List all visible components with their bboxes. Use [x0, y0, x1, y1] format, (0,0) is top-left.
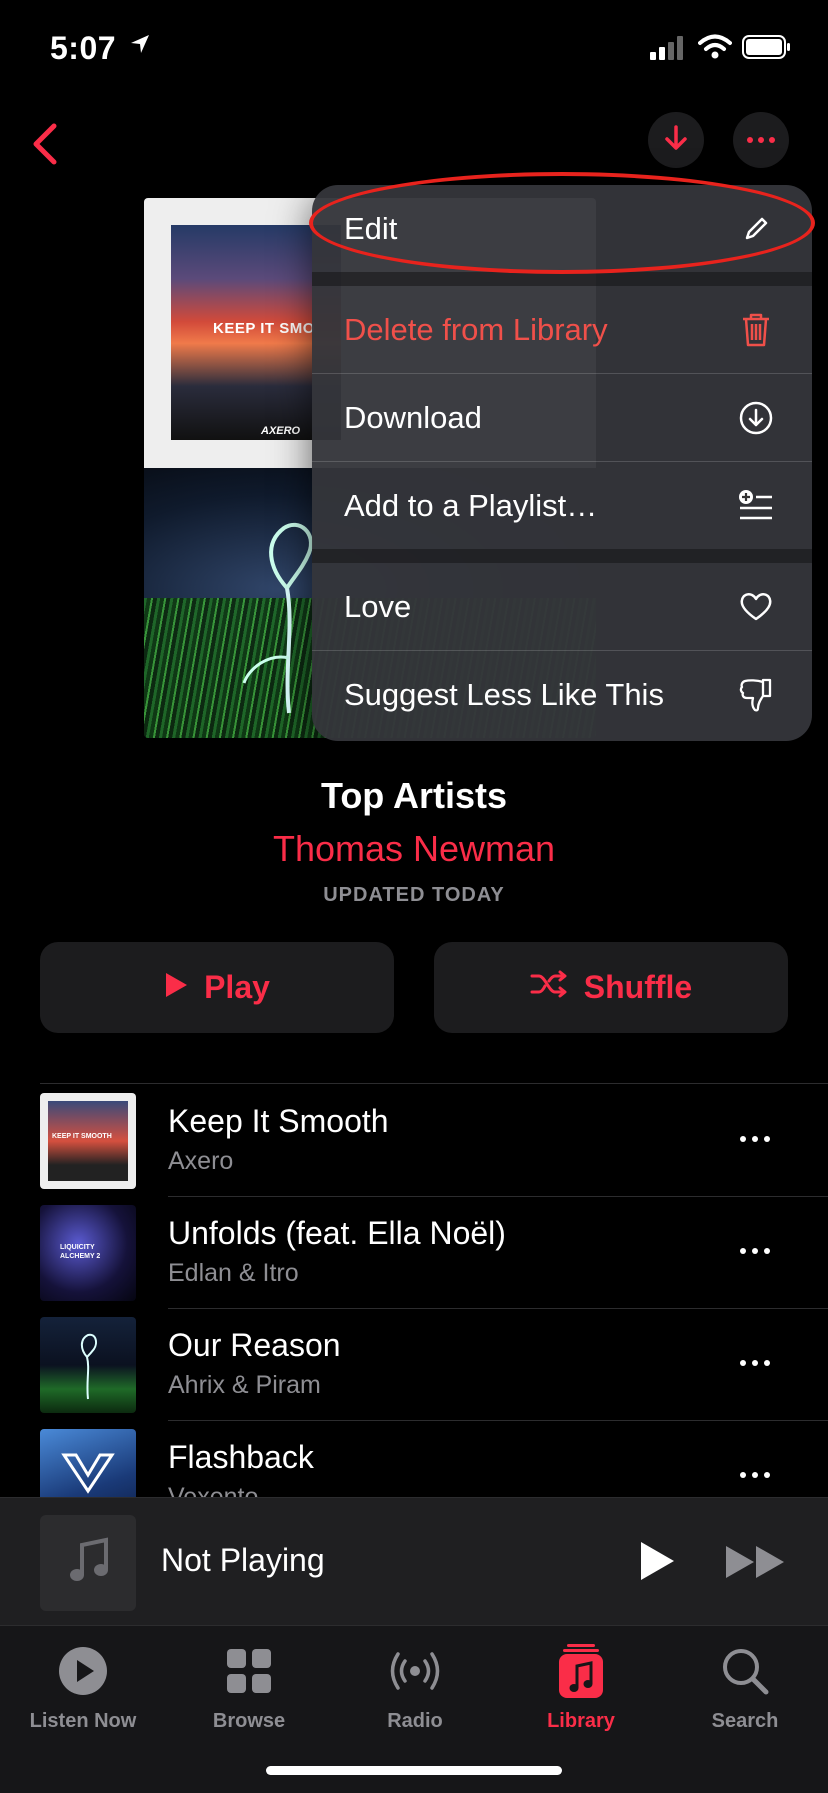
mini-play-button[interactable]: [638, 1540, 676, 1587]
shuffle-button[interactable]: Shuffle: [434, 942, 788, 1033]
artwork-cover-text: KEEP IT SMO: [213, 320, 315, 337]
cellular-signal-icon: [650, 36, 688, 65]
menu-item-label: Suggest Less Like This: [344, 676, 664, 712]
grid-icon: [166, 1642, 332, 1700]
playlist-curator-link[interactable]: Thomas Newman: [0, 828, 828, 870]
track-artist: Axero: [168, 1147, 234, 1175]
location-arrow-icon: [128, 32, 152, 61]
tab-label: Listen Now: [29, 1710, 137, 1732]
music-note-square-icon: [498, 1642, 664, 1700]
tab-radio[interactable]: Radio: [332, 1642, 498, 1733]
playlist-title: Top Artists: [321, 775, 507, 816]
track-row-unfolds[interactable]: LIQUICITY ALCHEMY 2 Unfolds (feat. Ella …: [40, 1197, 828, 1309]
play-circle-icon: [0, 1642, 166, 1700]
home-indicator[interactable]: [266, 1766, 562, 1775]
track-more-button[interactable]: [740, 1127, 780, 1151]
download-arrow-icon: [661, 123, 691, 158]
annotation-circle: [309, 172, 815, 274]
shuffle-button-label: Shuffle: [583, 969, 693, 1005]
broadcast-icon: [332, 1642, 498, 1700]
menu-item-label: Love: [344, 588, 412, 624]
menu-item-add-to-playlist[interactable]: Add to a Playlist…: [312, 462, 812, 549]
thumbs-down-icon: [738, 677, 774, 713]
play-icon: [638, 1542, 676, 1586]
tab-label: Browse: [212, 1710, 286, 1732]
tab-browse[interactable]: Browse: [166, 1642, 332, 1733]
track-artwork: [40, 1317, 136, 1413]
tab-label: Search: [711, 1710, 779, 1732]
tab-label: Radio: [387, 1710, 443, 1732]
track-artwork-text: LIQUICITY ALCHEMY 2: [60, 1244, 101, 1260]
track-row-our-reason[interactable]: Our Reason Ahrix & Piram: [40, 1309, 828, 1421]
track-title: Our Reason: [168, 1327, 341, 1363]
menu-item-download[interactable]: Download: [312, 374, 812, 461]
track-title: Unfolds (feat. Ella Noël): [168, 1215, 506, 1251]
track-more-button[interactable]: [740, 1463, 780, 1487]
mini-player-artwork: [40, 1515, 136, 1611]
track-more-button[interactable]: [740, 1351, 780, 1375]
track-artwork: LIQUICITY ALCHEMY 2: [40, 1205, 136, 1301]
music-note-icon: [66, 1537, 110, 1590]
play-button[interactable]: Play: [40, 942, 394, 1033]
status-time: 5:07: [50, 30, 117, 66]
track-row-keep-it-smooth[interactable]: KEEP IT SMOOTH Keep It Smooth Axero: [40, 1085, 828, 1197]
menu-item-suggest-less[interactable]: Suggest Less Like This: [312, 651, 812, 738]
menu-item-label: Download: [344, 399, 482, 435]
magnifier-icon: [662, 1642, 828, 1700]
menu-item-love[interactable]: Love: [312, 563, 812, 650]
menu-item-delete-from-library[interactable]: Delete from Library: [312, 286, 812, 373]
menu-item-label: Delete from Library: [344, 311, 608, 347]
track-title: Flashback: [168, 1439, 314, 1475]
track-more-button[interactable]: [740, 1239, 780, 1263]
play-icon: [164, 969, 188, 1006]
mini-player-title: Not Playing: [161, 1542, 325, 1578]
track-artwork: [40, 1429, 136, 1497]
trash-icon: [738, 312, 774, 348]
track-artist: Ahrix & Piram: [168, 1371, 321, 1399]
tab-label: Library: [547, 1710, 615, 1732]
list-divider: [40, 1083, 828, 1084]
artwork-brand-text: AXERO: [261, 425, 301, 437]
more-options-button[interactable]: [733, 112, 789, 168]
track-artwork-text: KEEP IT SMOOTH: [52, 1133, 112, 1140]
mini-player[interactable]: Not Playing: [0, 1497, 828, 1626]
tab-search[interactable]: Search: [662, 1642, 828, 1733]
tab-listen-now[interactable]: Listen Now: [0, 1642, 166, 1733]
shuffle-icon: [530, 969, 568, 1006]
play-button-label: Play: [204, 969, 270, 1005]
mini-skip-forward-button[interactable]: [724, 1544, 788, 1585]
back-button[interactable]: [26, 118, 66, 170]
download-circle-icon: [738, 400, 774, 436]
track-artwork: KEEP IT SMOOTH: [40, 1093, 136, 1189]
battery-icon: [742, 34, 792, 65]
track-artist: Edlan & Itro: [168, 1259, 299, 1287]
tab-library[interactable]: Library: [498, 1642, 664, 1733]
updated-label: UPDATED TODAY: [323, 884, 505, 906]
heart-icon: [738, 589, 774, 625]
track-row-flashback[interactable]: Flashback Vexento: [40, 1421, 828, 1497]
fast-forward-icon: [724, 1546, 788, 1584]
menu-item-label: Add to a Playlist…: [344, 487, 598, 523]
status-bar: 5:07: [0, 0, 828, 100]
add-to-list-icon: [738, 488, 774, 524]
ellipsis-icon: [746, 131, 776, 149]
wifi-icon: [698, 34, 732, 65]
track-artist: Vexento: [168, 1483, 259, 1497]
track-title: Keep It Smooth: [168, 1103, 389, 1139]
download-button[interactable]: [648, 112, 704, 168]
